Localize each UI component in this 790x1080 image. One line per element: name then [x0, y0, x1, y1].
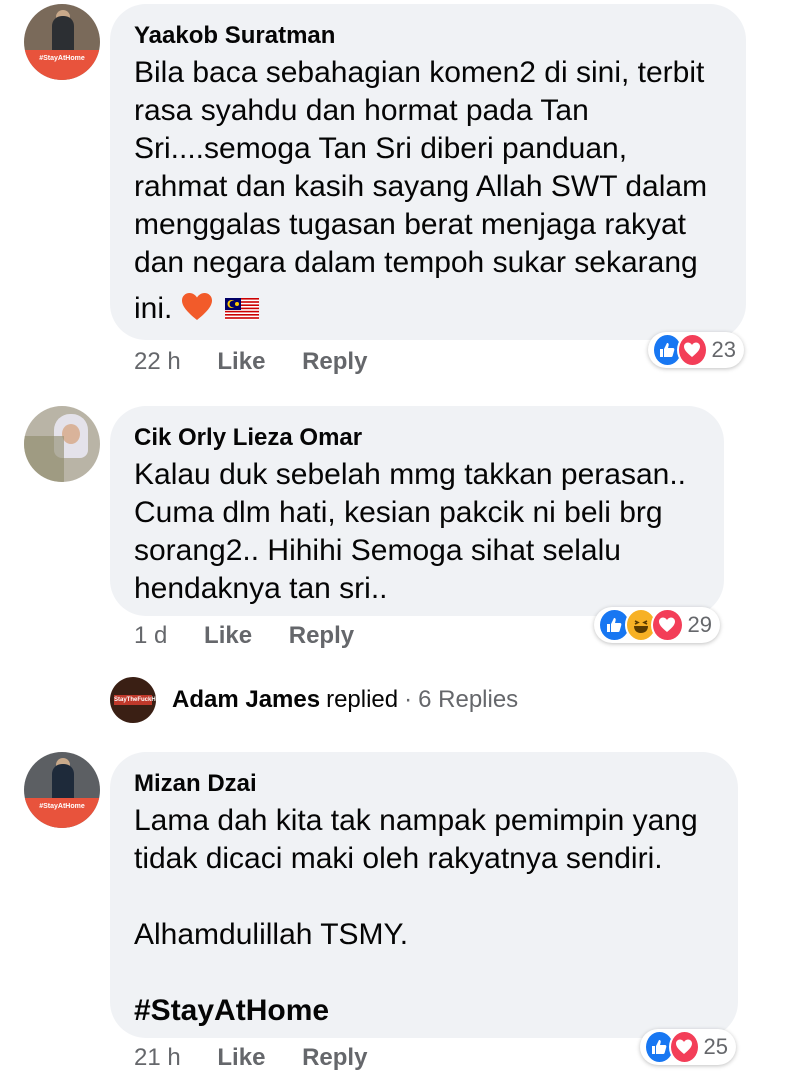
comment-line: rasa syahdu dan hormat pada Tan: [134, 94, 589, 127]
replied-text: replied: [326, 686, 399, 713]
avatar[interactable]: #StayAtHome: [24, 4, 100, 80]
reaction-summary[interactable]: 23: [648, 332, 744, 368]
avatar: StayTheFuckHome: [110, 677, 156, 723]
like-button[interactable]: Like: [217, 1044, 265, 1071]
reply-author[interactable]: Adam James: [172, 686, 320, 714]
reply-button[interactable]: Reply: [302, 1044, 367, 1071]
comment-author[interactable]: Mizan Dzai: [134, 770, 712, 798]
comment-line-last: ini.: [134, 290, 720, 328]
comment-line: Lama dah kita tak nampak pemimpin yang: [134, 804, 698, 837]
reaction-summary[interactable]: 25: [640, 1029, 736, 1065]
comment-line: sorang2.. Hihihi Semoga sihat selalu: [134, 534, 621, 567]
reaction-count: 29: [687, 612, 712, 637]
comment-time[interactable]: 1 d: [134, 622, 167, 649]
reaction-count: 23: [711, 337, 736, 362]
comment-line-empty: [134, 954, 712, 992]
reaction-count: 25: [703, 1034, 728, 1059]
avatar[interactable]: [24, 406, 100, 482]
malaysia-flag-icon: [225, 298, 260, 320]
comment-line: ini.: [134, 292, 173, 325]
comment-bubble: Yaakob Suratman Bila baca sebahagian kom…: [110, 4, 746, 340]
comment-line: menggalas tugasan berat menjaga rakyat: [134, 208, 687, 241]
comment-text: Bila baca sebahagian komen2 di sini, ter…: [134, 54, 720, 328]
avatar-branches: [24, 436, 64, 482]
comment-line: dan negara dalam tempoh sukar sekarang: [134, 246, 698, 279]
comment-line: Kalau duk sebelah mmg takkan perasan..: [134, 458, 686, 491]
comment-time[interactable]: 22 h: [134, 348, 181, 375]
comment-line: Alhamdulillah TSMY.: [134, 918, 409, 951]
reaction-summary[interactable]: 29: [594, 607, 720, 643]
view-replies-link[interactable]: StayTheFuckHome Adam James replied · 6 R…: [110, 676, 518, 724]
comment-time[interactable]: 21 h: [134, 1044, 181, 1071]
avatar-caption: #StayAtHome: [24, 50, 100, 80]
love-reaction-icon: [676, 333, 708, 367]
comment-actions: 22 h Like Reply: [134, 348, 397, 376]
hashtag-link[interactable]: #StayAtHome: [134, 992, 712, 1030]
separator: ·: [404, 686, 413, 713]
comment-bubble: Cik Orly Lieza Omar Kalau duk sebelah mm…: [110, 406, 724, 616]
reply-button[interactable]: Reply: [302, 348, 367, 375]
comment-line-empty: [134, 878, 712, 916]
reply-button[interactable]: Reply: [289, 622, 354, 649]
comment-actions: 21 h Like Reply: [134, 1044, 397, 1072]
comment-line: hendaknya tan sri..: [134, 572, 388, 605]
like-button[interactable]: Like: [204, 622, 252, 649]
avatar-caption: #StayAtHome: [24, 798, 100, 828]
orange-heart-icon: [181, 293, 212, 320]
reply-count[interactable]: 6 Replies: [418, 686, 518, 714]
comment-line: Sri....semoga Tan Sri diberi panduan,: [134, 132, 628, 165]
like-button[interactable]: Like: [217, 348, 265, 375]
avatar-caption: StayTheFuckHome: [114, 695, 156, 705]
comment-text: Lama dah kita tak nampak pemimpin yang t…: [134, 802, 712, 1030]
comment-author[interactable]: Cik Orly Lieza Omar: [134, 424, 698, 452]
love-reaction-icon: [651, 608, 684, 642]
comment-line: tidak dicaci maki oleh rakyatnya sendiri…: [134, 842, 663, 875]
comment-actions: 1 d Like Reply: [134, 622, 384, 650]
love-reaction-icon: [668, 1030, 700, 1064]
avatar[interactable]: #StayAtHome: [24, 752, 100, 828]
comment-line: Bila baca sebahagian komen2 di sini, ter…: [134, 56, 705, 89]
comment-author[interactable]: Yaakob Suratman: [134, 22, 720, 50]
comment-line: rahmat dan kasih sayang Allah SWT dalam: [134, 170, 708, 203]
avatar-face: [62, 424, 80, 444]
comment-line: Cuma dlm hati, kesian pakcik ni beli brg: [134, 496, 663, 529]
comment-text: Kalau duk sebelah mmg takkan perasan.. C…: [134, 456, 698, 608]
comment-bubble: Mizan Dzai Lama dah kita tak nampak pemi…: [110, 752, 738, 1038]
